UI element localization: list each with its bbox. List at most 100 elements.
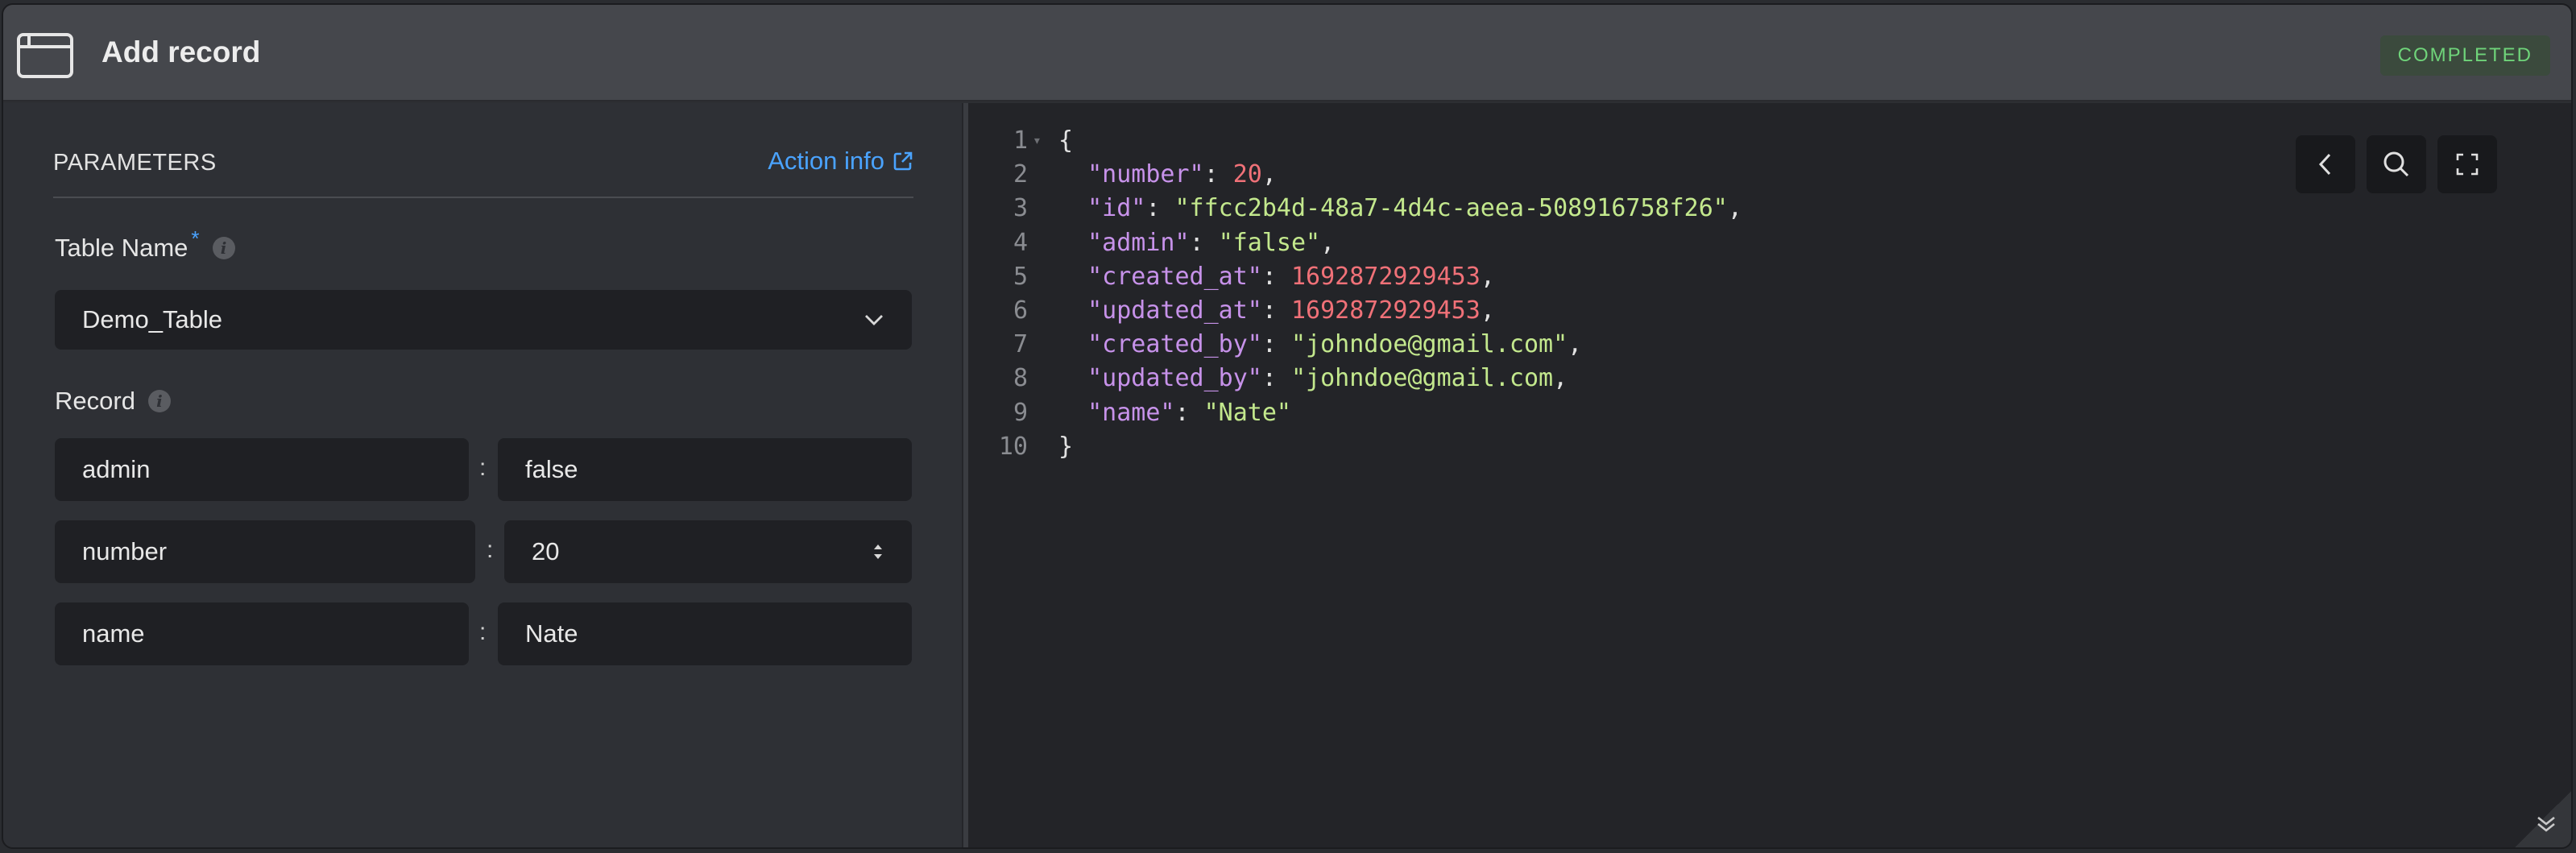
record-value-text: 20 (532, 537, 560, 565)
line-number: 7 (1013, 330, 1028, 359)
code-text: "updated_at": 1692872929453, (1058, 294, 1495, 328)
record-value-input[interactable]: Nate (498, 602, 912, 665)
code-token: 1692872929453 (1291, 262, 1481, 291)
add-record-window: Add record COMPLETED PARAMETERS Action i… (2, 3, 2573, 849)
collapse-button[interactable] (2296, 135, 2355, 193)
code-token: "updated_by" (1058, 364, 1262, 393)
record-key-input[interactable]: number (55, 520, 475, 583)
code-token: "ffcc2b4d-48a7-4d4c-aeea-508916758f26" (1174, 194, 1728, 223)
code-token: , (1261, 160, 1277, 189)
stepper-arrows-icon[interactable] (872, 541, 884, 562)
line-number: 10 (998, 432, 1028, 461)
fullscreen-button[interactable] (2437, 135, 2497, 193)
external-link-icon (893, 151, 913, 171)
line-number: 6 (1013, 296, 1028, 325)
code-token: "admin" (1058, 228, 1190, 257)
parameters-panel: PARAMETERS Action info Table Name * i De… (3, 103, 962, 847)
record-key-input[interactable]: admin (55, 438, 469, 501)
code-token: "false" (1218, 228, 1321, 257)
page-title: Add record (101, 35, 261, 68)
code-token: , (1480, 262, 1495, 291)
line-number: 3 (1013, 194, 1028, 223)
table-name-text: Table Name (55, 234, 188, 262)
record-value-text: false (525, 455, 578, 483)
chevron-left-icon (2318, 153, 2331, 176)
chevron-double-down-icon[interactable] (2534, 812, 2558, 836)
line-number: 8 (1013, 364, 1028, 393)
code-token: : (1261, 330, 1291, 359)
search-icon (2383, 151, 2409, 177)
record-number-stepper[interactable]: 20 (504, 520, 912, 583)
code-text: "created_by": "johndoe@gmail.com", (1058, 328, 1582, 362)
info-icon[interactable]: i (147, 390, 171, 412)
status-badge: COMPLETED (2379, 35, 2550, 76)
code-token: 20 (1232, 160, 1262, 189)
code-text: "number": 20, (1058, 158, 1277, 192)
action-info-link[interactable]: Action info (768, 147, 913, 176)
code-token: , (1480, 296, 1495, 325)
record-label: Record i (55, 387, 171, 416)
window-icon (17, 33, 73, 78)
table-name-label: Table Name * i (55, 226, 235, 263)
record-value-input[interactable]: false (498, 438, 912, 501)
required-asterisk: * (191, 226, 200, 251)
info-icon[interactable]: i (212, 237, 235, 259)
panel-resize-handle[interactable] (962, 103, 968, 847)
fold-arrow-icon[interactable]: ▾ (1033, 124, 1042, 158)
line-number: 1 (1013, 126, 1028, 155)
code-token: , (1568, 330, 1583, 359)
action-info-label: Action info (768, 147, 884, 175)
code-token: , (1553, 364, 1568, 393)
record-key-text: number (82, 537, 168, 565)
record-value-text: Nate (525, 619, 578, 648)
code-token: : (1261, 262, 1291, 291)
search-button[interactable] (2367, 135, 2426, 193)
code-token: , (1727, 194, 1742, 223)
code-token: "updated_at" (1058, 296, 1262, 325)
code-token: : (1174, 398, 1204, 427)
table-name-select[interactable]: Demo_Table (55, 290, 912, 350)
code-token: "created_by" (1058, 330, 1262, 359)
code-token: { (1058, 126, 1074, 155)
code-token: , (1320, 228, 1336, 257)
line-number: 4 (1013, 228, 1028, 257)
separator-colon: : (479, 619, 487, 645)
code-text: "id": "ffcc2b4d-48a7-4d4c-aeea-508916758… (1058, 192, 1742, 226)
code-token: : (1145, 194, 1175, 223)
parameters-header: PARAMETERS Action info (53, 147, 913, 198)
fullscreen-icon (2456, 153, 2479, 176)
code-token: : (1189, 228, 1219, 257)
code-token: "name" (1058, 398, 1175, 427)
code-token: "number" (1058, 160, 1204, 189)
code-token: : (1203, 160, 1233, 189)
code-text: { (1058, 124, 1073, 158)
record-text: Record (55, 387, 135, 415)
code-token: "Nate" (1203, 398, 1291, 427)
code-token: "id" (1058, 194, 1146, 223)
line-number: 2 (1013, 160, 1028, 189)
header-bar: Add record COMPLETED (3, 5, 2571, 101)
code-text: "updated_by": "johndoe@gmail.com, (1058, 362, 1568, 395)
line-number: 5 (1013, 262, 1028, 291)
json-output-panel: 1 ▾ {2 "number": 20, 3 "id": "ffcc2b4d-48a7… (968, 103, 2571, 847)
record-key-input[interactable]: name (55, 602, 469, 665)
code-token: : (1261, 364, 1291, 393)
code-text: "admin": "false", (1058, 226, 1335, 260)
code-text: "created_at": 1692872929453, (1058, 260, 1495, 294)
code-text: } (1058, 430, 1073, 464)
line-number: 9 (1013, 398, 1028, 427)
code-token: 1692872929453 (1291, 296, 1481, 325)
code-token: } (1058, 432, 1074, 461)
table-name-value: Demo_Table (82, 305, 223, 333)
code-text: "name": "Nate" (1058, 396, 1291, 430)
code-token: "created_at" (1058, 262, 1262, 291)
code-token: : (1261, 296, 1291, 325)
separator-colon: : (479, 454, 487, 481)
code-token: "johndoe@gmail.com (1291, 364, 1554, 393)
parameters-label: PARAMETERS (53, 150, 217, 176)
chevron-down-icon (865, 315, 883, 325)
record-key-text: name (82, 619, 145, 648)
separator-colon: : (487, 536, 494, 563)
code-token: "johndoe@gmail.com" (1291, 330, 1568, 359)
record-key-text: admin (82, 455, 151, 483)
